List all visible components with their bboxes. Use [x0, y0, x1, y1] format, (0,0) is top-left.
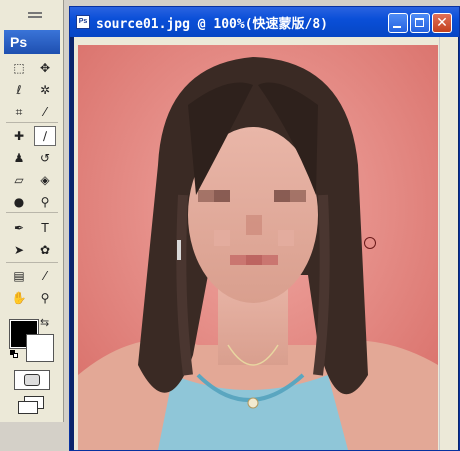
lasso-tool[interactable]: ℓ — [8, 80, 30, 100]
quick-mask-button[interactable] — [14, 370, 50, 390]
background-color-swatch[interactable] — [26, 334, 54, 362]
brush-cursor — [364, 237, 376, 249]
image-canvas[interactable] — [78, 45, 438, 450]
canvas-area[interactable] — [74, 37, 458, 450]
collapse-icon[interactable] — [28, 12, 42, 18]
panel-grip[interactable] — [4, 4, 60, 26]
magic-wand-tool[interactable]: ✲ — [34, 80, 56, 100]
document-icon: Ps — [76, 15, 90, 29]
paint-bucket-tool[interactable]: ◈ — [34, 170, 56, 190]
move-tool[interactable]: ✥ — [34, 58, 56, 78]
close-button[interactable]: ✕ — [432, 13, 452, 33]
history-brush-tool[interactable]: ↺ — [34, 148, 56, 168]
dodge-tool[interactable]: ⚲ — [34, 192, 56, 212]
tools-panel: Ps ⬚ ✥ ℓ ✲ ⌗ ⁄ ✚ ∕ ♟ ↺ ▱ ◈ ● ⚲ ✒ T ➤ ✿ ▤ ⁄ ✋ ⚲ ⇆ — [0, 0, 64, 422]
notes-tool[interactable]: ▤ — [8, 266, 30, 286]
type-tool[interactable]: T — [34, 218, 56, 238]
crop-tool[interactable]: ⌗ — [8, 102, 30, 122]
photoshop-logo[interactable]: Ps — [4, 30, 60, 54]
swap-colors-icon[interactable]: ⇆ — [40, 316, 49, 329]
clone-stamp-tool[interactable]: ♟ — [8, 148, 30, 168]
eyedropper-tool[interactable]: ⁄ — [34, 266, 56, 286]
slice-tool[interactable]: ⁄ — [34, 102, 56, 122]
portrait-photo — [78, 45, 438, 450]
pen-tool[interactable]: ✒ — [8, 218, 30, 238]
brush-tool[interactable]: ∕ — [34, 126, 56, 146]
default-colors-icon[interactable] — [10, 350, 18, 358]
minimize-button[interactable] — [388, 13, 408, 33]
document-title: source01.jpg @ 100%(快速蒙版/8) — [96, 17, 329, 32]
marquee-tool[interactable]: ⬚ — [8, 58, 30, 78]
maximize-button[interactable] — [410, 13, 430, 33]
screen-mode-button[interactable] — [18, 396, 46, 414]
zoom-tool[interactable]: ⚲ — [34, 288, 56, 308]
quick-mask-icon — [24, 374, 40, 386]
shape-tool[interactable]: ✿ — [34, 240, 56, 260]
close-icon: ✕ — [436, 15, 448, 31]
title-bar[interactable]: Ps source01.jpg @ 100%(快速蒙版/8) ✕ — [70, 7, 459, 37]
tool-separator — [6, 122, 58, 123]
vertical-scrollbar[interactable] — [439, 37, 458, 450]
eraser-tool[interactable]: ▱ — [8, 170, 30, 190]
healing-brush-tool[interactable]: ✚ — [8, 126, 30, 146]
blur-tool[interactable]: ● — [8, 192, 30, 212]
hand-tool[interactable]: ✋ — [8, 288, 30, 308]
tool-separator — [6, 262, 58, 263]
document-window: Ps source01.jpg @ 100%(快速蒙版/8) ✕ — [69, 6, 460, 451]
path-selection-tool[interactable]: ➤ — [8, 240, 30, 260]
tool-separator — [6, 212, 58, 213]
